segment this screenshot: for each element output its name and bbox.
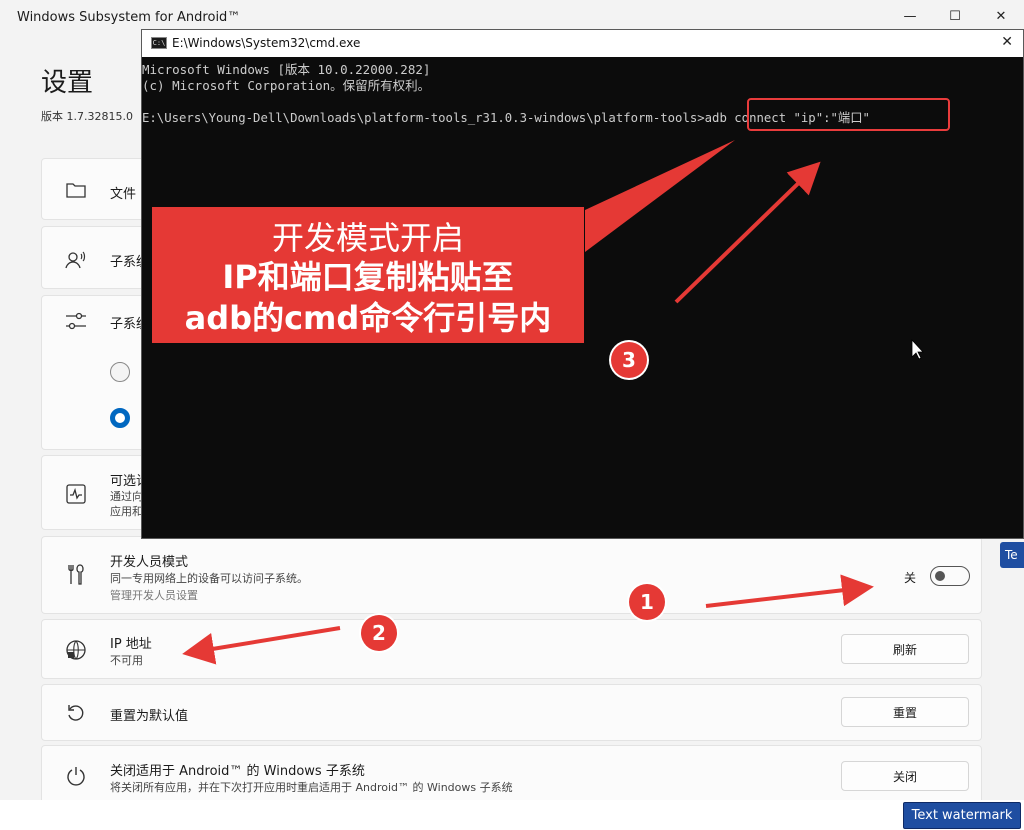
globe-icon bbox=[64, 638, 88, 662]
page-title: 设置 bbox=[41, 68, 94, 98]
callout-line-3: adb的cmd命令行引号内 bbox=[184, 299, 552, 337]
minimize-button[interactable]: — bbox=[887, 2, 933, 30]
shutdown-row: 关闭适用于 Android™ 的 Windows 子系统 将关闭所有应用，并在下… bbox=[41, 745, 982, 805]
manage-developer-settings-link[interactable]: 管理开发人员设置 bbox=[110, 587, 198, 603]
reset-label: 重置为默认值 bbox=[110, 709, 189, 724]
tools-icon bbox=[64, 563, 88, 587]
cmd-close-button[interactable]: ✕ bbox=[1001, 34, 1013, 50]
step-2-badge: 2 bbox=[361, 615, 397, 651]
cmd-app-icon: C:\ bbox=[151, 37, 167, 49]
developer-mode-toggle[interactable] bbox=[930, 566, 970, 586]
shutdown-button[interactable]: 关闭 bbox=[841, 761, 969, 791]
files-label: 文件 bbox=[110, 187, 137, 202]
reset-icon bbox=[64, 701, 88, 725]
optional-diagnostics-desc: 通过向 bbox=[110, 490, 143, 503]
maximize-button[interactable]: ☐ bbox=[932, 2, 978, 30]
radio-option-2[interactable] bbox=[110, 408, 130, 428]
refresh-button[interactable]: 刷新 bbox=[841, 634, 969, 664]
developer-mode-label: 开发人员模式 bbox=[110, 555, 189, 570]
cmd-title-bar[interactable]: C:\ E:\Windows\System32\cmd.exe ✕ bbox=[142, 30, 1023, 57]
radio-option-1[interactable] bbox=[110, 362, 130, 382]
close-button[interactable]: ✕ bbox=[978, 2, 1024, 30]
callout-line-2: IP和端口复制粘贴至 bbox=[222, 258, 514, 296]
app-title: Windows Subsystem for Android™ bbox=[17, 10, 241, 25]
shutdown-desc: 将关闭所有应用，并在下次打开应用时重启适用于 Android™ 的 Window… bbox=[110, 781, 513, 794]
command-highlight-box bbox=[747, 98, 950, 131]
folder-icon bbox=[64, 178, 88, 202]
cmd-line: (c) Microsoft Corporation。保留所有权利。 bbox=[142, 78, 431, 93]
optional-diagnostics-desc2: 应用和 bbox=[110, 505, 143, 518]
developer-mode-row: 开发人员模式 同一专用网络上的设备可以访问子系统。 管理开发人员设置 关 bbox=[41, 536, 982, 614]
reset-button[interactable]: 重置 bbox=[841, 697, 969, 727]
version-text: 版本 1.7.32815.0 bbox=[41, 110, 133, 123]
shutdown-label: 关闭适用于 Android™ 的 Windows 子系统 bbox=[110, 764, 365, 779]
sliders-icon bbox=[64, 309, 88, 333]
ip-address-value: 不可用 bbox=[110, 654, 143, 667]
text-watermark-button[interactable]: Text watermark bbox=[903, 802, 1021, 829]
developer-mode-desc: 同一专用网络上的设备可以访问子系统。 bbox=[110, 572, 308, 585]
ip-address-row: IP 地址 不可用 刷新 bbox=[41, 619, 982, 679]
activity-icon bbox=[64, 482, 88, 506]
step-1-badge: 1 bbox=[629, 584, 665, 620]
step-3-badge: 3 bbox=[611, 342, 647, 378]
power-icon bbox=[64, 764, 88, 788]
user-voice-icon bbox=[64, 248, 88, 272]
reset-row: 重置为默认值 重置 bbox=[41, 684, 982, 741]
side-watermark-tab[interactable]: Te bbox=[1000, 542, 1024, 568]
developer-mode-state: 关 bbox=[904, 571, 917, 585]
bottom-strip bbox=[0, 800, 1024, 830]
instruction-callout: 开发模式开启 IP和端口复制粘贴至 adb的cmd命令行引号内 bbox=[152, 207, 584, 343]
ip-address-label: IP 地址 bbox=[110, 637, 152, 652]
cmd-title: E:\Windows\System32\cmd.exe bbox=[172, 36, 361, 50]
